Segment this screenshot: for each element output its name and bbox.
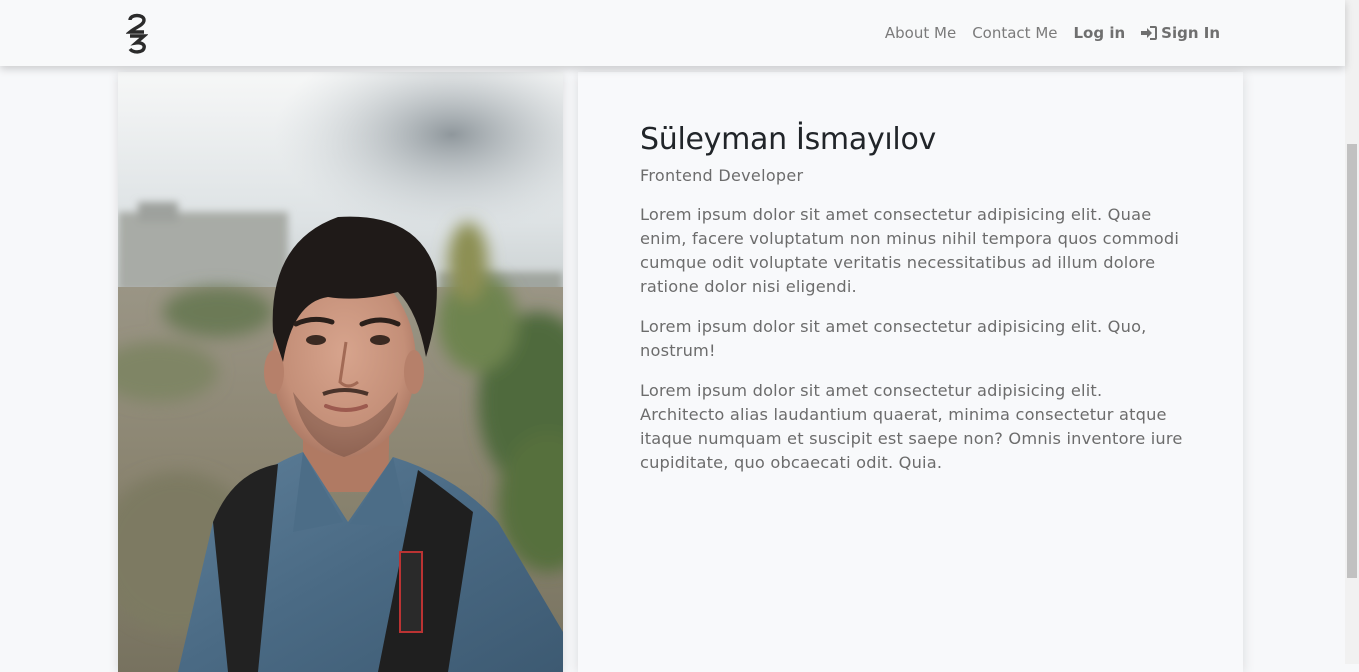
nav-sign-in-link[interactable]: Sign In bbox=[1141, 24, 1220, 42]
profile-name: Süleyman İsmayılov bbox=[640, 122, 936, 157]
scrollbar-thumb[interactable] bbox=[1347, 144, 1357, 578]
navbar: About Me Contact Me Log in Sign In bbox=[0, 0, 1345, 66]
profile-paragraph: Lorem ipsum dolor sit amet consectetur a… bbox=[640, 205, 1180, 296]
nav-log-in-link[interactable]: Log in bbox=[1074, 24, 1126, 42]
nav-contact-me-link[interactable]: Contact Me bbox=[972, 24, 1057, 42]
profile-paragraph: Lorem ipsum dolor sit amet consectetur a… bbox=[640, 381, 1183, 472]
profile-role: Frontend Developer bbox=[640, 166, 804, 185]
brand-logo-icon bbox=[126, 13, 148, 54]
brand-logo[interactable] bbox=[126, 12, 148, 54]
profile-info-card: Süleyman İsmayılov Frontend Developer Lo… bbox=[578, 72, 1243, 672]
profile-photo-image bbox=[118, 72, 563, 672]
sign-in-icon bbox=[1141, 26, 1158, 40]
nav-links: About Me Contact Me Log in Sign In bbox=[885, 0, 1220, 66]
nav-about-me-link[interactable]: About Me bbox=[885, 24, 956, 42]
profile-photo bbox=[118, 72, 563, 672]
page-scrollbar[interactable] bbox=[1345, 0, 1359, 664]
profile-info: Süleyman İsmayılov Frontend Developer Lo… bbox=[640, 120, 1185, 491]
profile-paragraph: Lorem ipsum dolor sit amet consectetur a… bbox=[640, 317, 1147, 360]
sign-in-label: Sign In bbox=[1161, 24, 1220, 42]
